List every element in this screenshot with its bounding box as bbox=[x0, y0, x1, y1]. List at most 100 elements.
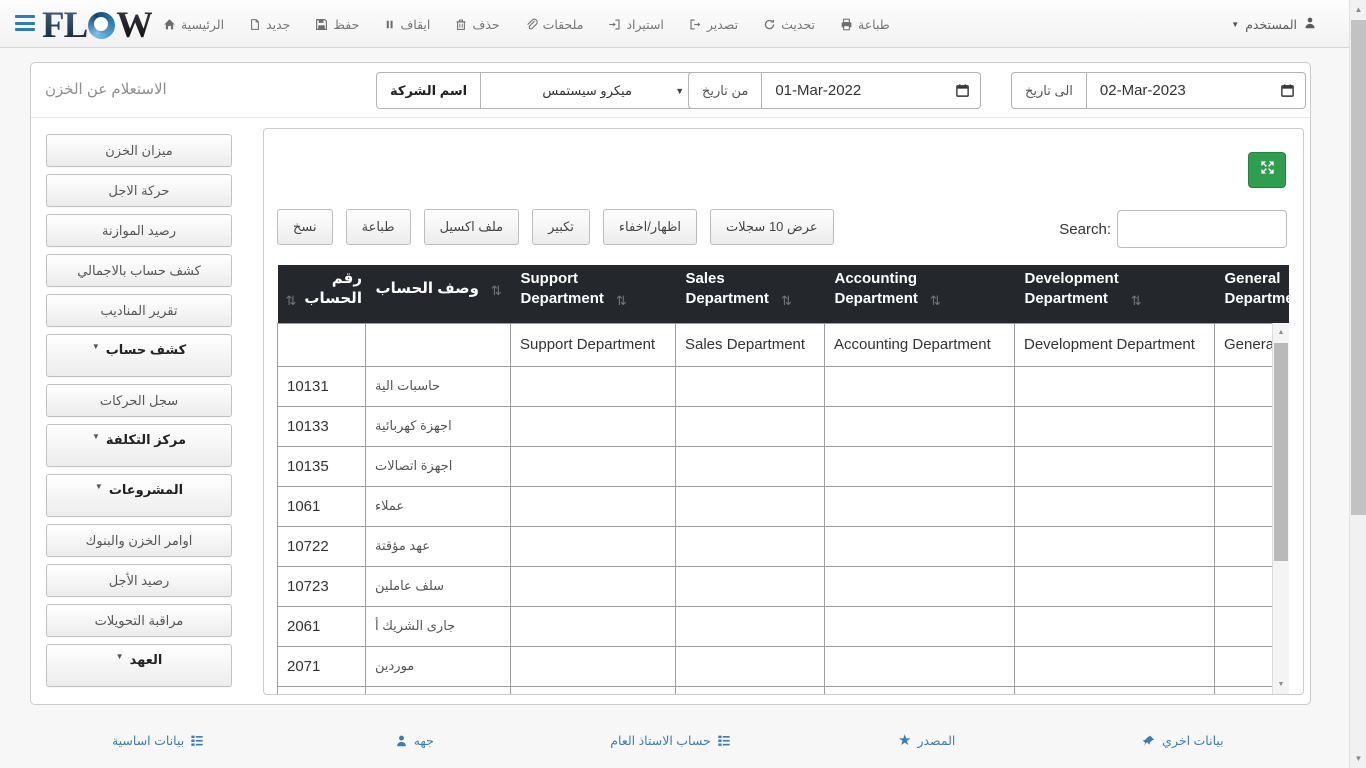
user-menu[interactable]: ▼ المستخدم bbox=[1231, 0, 1317, 48]
expand-arrows-icon bbox=[1259, 159, 1276, 181]
scroll-down-icon[interactable]: ▼ bbox=[1273, 681, 1289, 688]
scroll-up-icon[interactable]: ▲ bbox=[1350, 5, 1366, 14]
date-to-input[interactable]: 02-Mar-2023 bbox=[1085, 72, 1306, 109]
flow-logo: FL W bbox=[42, 2, 153, 48]
sidebar-item-delegates-report[interactable]: تقرير المناديب bbox=[46, 294, 232, 327]
column-header-account-description[interactable]: وصف الحساب ⇅ bbox=[365, 265, 511, 323]
account-description-cell: حاسبات الية bbox=[365, 365, 511, 407]
table-scrollbar-thumb[interactable] bbox=[1274, 343, 1288, 561]
excel-button[interactable]: ملف اكسيل bbox=[423, 209, 520, 245]
logo-text-left: FL bbox=[42, 4, 88, 46]
fullscreen-button[interactable] bbox=[1248, 152, 1286, 188]
account-description-cell: اجهزة كهربائية bbox=[365, 405, 511, 447]
show-hide-button[interactable]: اظهار/اخفاء bbox=[602, 209, 698, 245]
nav-delete[interactable]: حذف bbox=[455, 17, 500, 32]
footer-source[interactable]: ★ المصدر bbox=[799, 733, 1055, 748]
sidebar-item-budget-balance[interactable]: رصيد الموازنة bbox=[46, 214, 232, 247]
sidebar-item-account-statement[interactable]: ▼ كشف حساب bbox=[46, 334, 232, 377]
value-cell bbox=[824, 485, 1015, 527]
table-row: 10722 عهد مؤقتة bbox=[277, 525, 1289, 567]
value-cell bbox=[1014, 525, 1215, 567]
grid-wrapper: ⇅ رقم الحساب وصف الحساب ⇅ Support Department… bbox=[277, 265, 1289, 694]
sidebar-item-treasury-bank-orders[interactable]: اوامر الخزن والبنوك bbox=[46, 524, 232, 557]
paperclip-icon bbox=[525, 18, 538, 31]
filter-cell: Sales Department bbox=[675, 322, 825, 367]
print-button[interactable]: طباعة bbox=[345, 209, 411, 245]
sidebar-item-total-statement[interactable]: كشف حساب بالاجمالي bbox=[46, 254, 232, 287]
user-icon bbox=[1303, 16, 1317, 33]
value-cell bbox=[1014, 605, 1215, 647]
nav-print[interactable]: طباعة bbox=[840, 17, 890, 32]
footer-basic-data[interactable]: بيانات اساسية bbox=[30, 733, 286, 748]
account-number-cell: 10723 bbox=[277, 565, 366, 607]
sort-icon: ⇅ bbox=[929, 293, 941, 309]
select-caret-icon: ▼ bbox=[675, 85, 685, 96]
filter-cell bbox=[365, 322, 511, 367]
sidebar-item-transactions-log[interactable]: سجل الحركات bbox=[46, 384, 232, 417]
footer-general-ledger[interactable]: حساب الاستاذ العام bbox=[542, 733, 798, 748]
enlarge-button[interactable]: تكبير bbox=[532, 209, 590, 245]
sidebar-item-cost-center[interactable]: ▼ مركز التكلفة bbox=[46, 424, 232, 467]
scroll-up-icon[interactable]: ▲ bbox=[1273, 329, 1289, 336]
chevron-down-icon: ▼ bbox=[94, 482, 103, 491]
date-to-label: الى تاريخ bbox=[1011, 72, 1087, 109]
value-cell bbox=[824, 565, 1015, 607]
sort-icon: ⇅ bbox=[490, 283, 502, 299]
nav-export[interactable]: تصدير bbox=[689, 17, 738, 32]
pause-icon bbox=[384, 18, 395, 31]
search-label: Search: bbox=[1059, 220, 1111, 238]
footer-other-data[interactable]: بيانات اخري bbox=[1055, 733, 1311, 748]
hamburger-menu-icon[interactable] bbox=[15, 15, 35, 32]
value-cell bbox=[1014, 565, 1215, 607]
value-cell bbox=[510, 685, 676, 694]
filter-cell: Accounting Department bbox=[824, 322, 1015, 367]
value-cell bbox=[510, 645, 676, 687]
filter-cell bbox=[277, 322, 366, 367]
calendar-icon[interactable] bbox=[1280, 83, 1295, 102]
table-row-partial: 2081 جارى الشريك ب bbox=[277, 685, 1289, 694]
trash-icon bbox=[455, 18, 467, 31]
page-scrollbar-thumb[interactable] bbox=[1351, 20, 1366, 515]
column-header-account-number[interactable]: ⇅ رقم الحساب bbox=[277, 265, 366, 323]
sidebar-item-transfers-monitoring[interactable]: مراقبة التحويلات bbox=[46, 604, 232, 637]
column-header-sales[interactable]: Sales Department ⇅ bbox=[675, 265, 825, 323]
nav-new[interactable]: جديد bbox=[249, 17, 290, 32]
column-header-development[interactable]: Development Department ⇅ bbox=[1014, 265, 1215, 323]
footer-entity[interactable]: جهه bbox=[286, 733, 542, 748]
nav-refresh[interactable]: تحديث bbox=[763, 17, 815, 32]
filter-row: Support Department Sales Department Acco… bbox=[277, 322, 1289, 367]
calendar-icon[interactable] bbox=[955, 83, 970, 102]
table-row: 2061 جارى الشريك أ bbox=[277, 605, 1289, 647]
account-number-cell: 1061 bbox=[277, 485, 366, 527]
page-scrollbar[interactable]: ▲ ▼ bbox=[1349, 0, 1366, 768]
nav-stop[interactable]: ايقاف bbox=[384, 17, 430, 32]
nav-attachments[interactable]: ملحقات bbox=[525, 17, 583, 32]
search-input[interactable] bbox=[1117, 210, 1287, 248]
date-from-input[interactable]: 01-Mar-2022 bbox=[761, 72, 982, 109]
account-number-cell: 10133 bbox=[277, 405, 366, 447]
sort-icon: ⇅ bbox=[780, 293, 792, 309]
copy-button[interactable]: نسخ bbox=[277, 209, 333, 245]
sidebar-item-projects[interactable]: ▼ المشروعات bbox=[46, 474, 232, 517]
value-cell bbox=[675, 485, 825, 527]
show-records-button[interactable]: عرض 10 سجلات bbox=[710, 209, 834, 245]
import-icon bbox=[608, 18, 621, 31]
sidebar-item-credit-balance[interactable]: رصيد الأجل bbox=[46, 564, 232, 597]
scroll-down-icon[interactable]: ▼ bbox=[1350, 754, 1366, 763]
nav-import[interactable]: استيراد bbox=[608, 17, 664, 32]
company-select[interactable]: ميكرو سيستمس ▼ bbox=[480, 72, 695, 109]
sidebar-item-custody[interactable]: ▼ العهد bbox=[46, 644, 232, 687]
nav-home[interactable]: الرئيسية bbox=[163, 17, 224, 32]
sidebar-item-credit-movement[interactable]: حركة الاجل bbox=[46, 174, 232, 207]
table-scrollbar[interactable]: ▲ ▼ bbox=[1272, 323, 1289, 694]
value-cell bbox=[510, 365, 676, 407]
sidebar-item-treasury-balance[interactable]: ميزان الخزن bbox=[46, 134, 232, 167]
nav-save[interactable]: حفظ bbox=[315, 17, 359, 32]
sort-icon: ⇅ bbox=[1130, 293, 1142, 309]
date-to-value: 02-Mar-2023 bbox=[1099, 82, 1186, 99]
column-header-accounting[interactable]: Accounting Department ⇅ bbox=[824, 265, 1015, 323]
reports-sidebar: ميزان الخزن حركة الاجل رصيد الموازنة كشف… bbox=[46, 134, 232, 687]
column-header-support[interactable]: Support Department ⇅ bbox=[510, 265, 676, 323]
column-header-general[interactable]: GeneralDepartment bbox=[1214, 265, 1289, 323]
logo-text-right: W bbox=[116, 4, 153, 46]
